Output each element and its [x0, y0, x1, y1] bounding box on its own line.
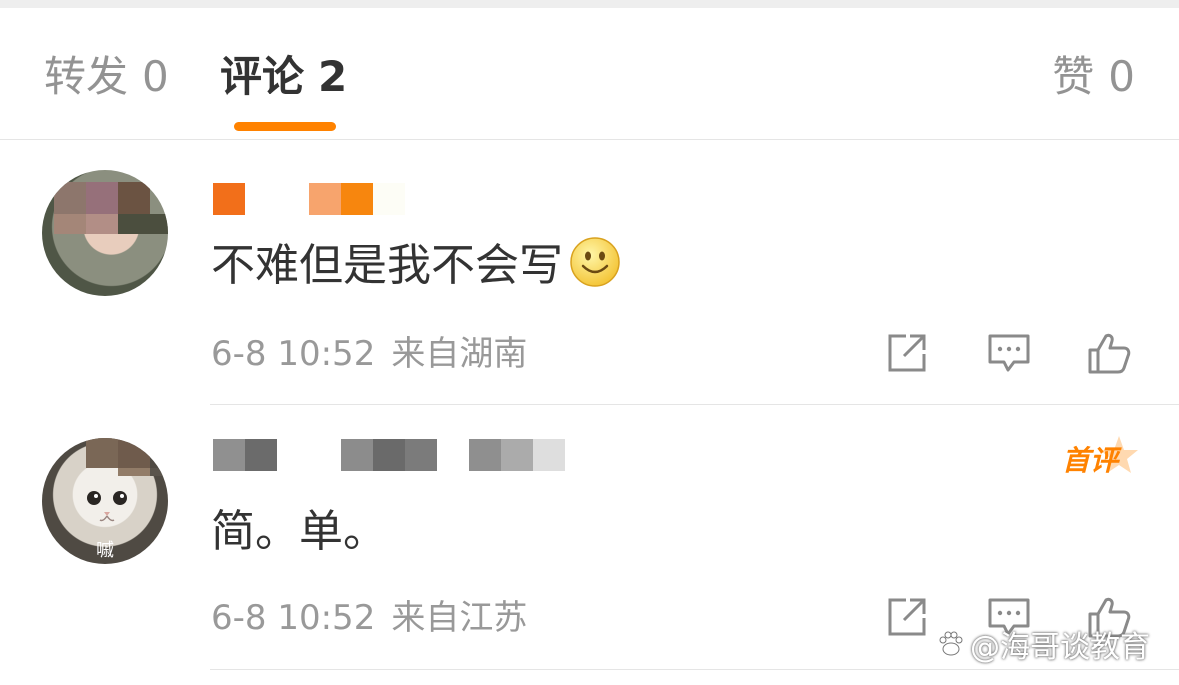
tab-likes-count: 0	[1108, 52, 1135, 101]
comment-meta: 6-8 10:52 来自湖南	[211, 334, 527, 374]
comment-location: 来自湖南	[391, 334, 528, 374]
tab-repost-count: 0	[142, 52, 169, 101]
comment-text: 简。单。	[211, 506, 387, 558]
cat-face-icon	[87, 491, 127, 522]
comment-location: 来自江苏	[391, 598, 528, 638]
comment-icon[interactable]	[986, 330, 1032, 376]
comment-body: 简。单。	[211, 506, 387, 557]
tab-comments-label: 评论	[220, 52, 305, 101]
comment-text: 不难但是我不会写	[211, 236, 621, 292]
tab-comments[interactable]: 评论 2	[220, 54, 347, 100]
active-tab-indicator	[234, 122, 336, 131]
divider	[210, 404, 1179, 405]
tab-repost-label: 转发	[44, 52, 129, 101]
avatar[interactable]: 嘁	[42, 438, 168, 564]
top-strip	[0, 0, 1179, 8]
first-comment-label: 首评	[1062, 444, 1119, 477]
comment-time: 6-8 10:52	[211, 598, 376, 638]
comment-item: 不难但是我不会写 6-8 10:52 来自湖南	[0, 140, 1179, 405]
username-redacted[interactable]	[213, 183, 405, 215]
tab-likes-label: 赞	[1052, 52, 1095, 101]
tab-comments-count: 2	[318, 52, 348, 101]
watermark-text: @海哥谈教育	[970, 630, 1150, 665]
avatar[interactable]	[42, 170, 168, 296]
first-comment-badge: 首评	[1062, 434, 1140, 482]
thumbs-up-icon[interactable]	[1086, 330, 1132, 376]
avatar-caption: 嘁	[96, 540, 114, 561]
share-icon[interactable]	[884, 594, 930, 640]
comment-time: 6-8 10:52	[211, 334, 376, 374]
tab-repost[interactable]: 转发 0	[44, 54, 169, 100]
share-icon[interactable]	[884, 330, 930, 376]
tab-bar: 转发 0 评论 2 赞0	[0, 8, 1179, 140]
watermark: @海哥谈教育	[936, 624, 1150, 665]
divider	[210, 669, 1179, 670]
comment-body: 不难但是我不会写	[211, 240, 563, 291]
comment-meta: 6-8 10:52 来自江苏	[211, 598, 527, 638]
tab-likes[interactable]: 赞0	[1052, 54, 1135, 100]
smile-icon	[570, 237, 620, 287]
paw-icon	[939, 631, 963, 656]
username-redacted[interactable]	[213, 439, 565, 471]
